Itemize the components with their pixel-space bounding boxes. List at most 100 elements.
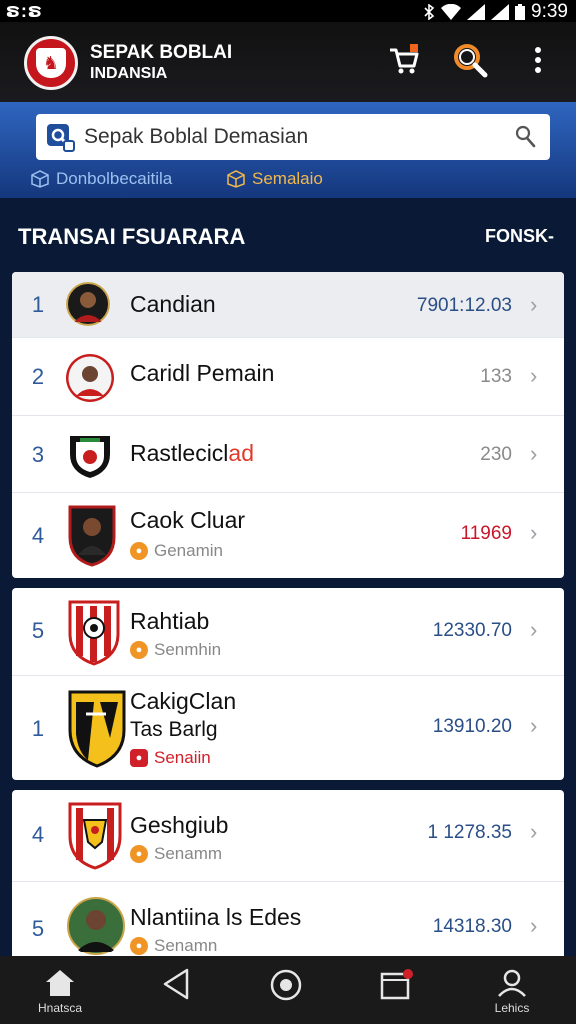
battery-icon bbox=[515, 4, 526, 20]
list-item[interactable]: 4 Geshgiub ● Senamm 1 1278.35 › bbox=[12, 790, 564, 882]
item-name: Caok Cluar bbox=[130, 507, 246, 533]
ranking-card-3: 4 Geshgiub ● Senamm 1 1278.35 › 5 Nlantii… bbox=[12, 790, 564, 970]
status-left-text: ຣ:ຣ bbox=[6, 1, 43, 21]
item-value: 230 bbox=[480, 444, 512, 465]
player-avatar bbox=[66, 282, 110, 326]
cart-icon bbox=[390, 44, 419, 74]
chevron-right-icon: › bbox=[530, 363, 538, 388]
item-subtitle-text: Senamm bbox=[154, 844, 223, 863]
ranking-card-2: 5 Rahtiab ● Senmhin 12330.70 › 1 CakigCl… bbox=[12, 588, 564, 780]
badge-dot-icon: ● bbox=[130, 749, 148, 767]
item-subtitle: ● Genamin bbox=[130, 541, 223, 561]
item-subtitle: ● Senamn bbox=[130, 936, 217, 956]
signal2-icon bbox=[491, 4, 510, 20]
nav-profile-label: Lehics bbox=[494, 1001, 530, 1015]
app-title-line2: INDANSIA bbox=[90, 65, 168, 82]
item-rank: 4 bbox=[31, 822, 45, 847]
search-box bbox=[36, 114, 550, 160]
box-icon bbox=[227, 170, 245, 188]
item-name-highlight: ad bbox=[228, 440, 255, 466]
list-item[interactable]: 5 Rahtiab ● Senmhin 12330.70 › bbox=[12, 588, 564, 676]
item-rank: 3 bbox=[31, 442, 45, 467]
item-subtitle: ● Senaiin bbox=[130, 748, 211, 768]
item-value: 12330.70 bbox=[432, 620, 512, 641]
club-logo: ♞ bbox=[24, 36, 78, 90]
badge-dot-icon: ● bbox=[130, 845, 148, 863]
item-subtitle-text: Senaiin bbox=[154, 748, 211, 767]
player-avatar bbox=[66, 354, 114, 402]
bluetooth-icon bbox=[424, 4, 435, 20]
item-value: 13910.20 bbox=[432, 716, 512, 737]
filter-tab-1[interactable]: Donbolbecaitila bbox=[30, 166, 172, 192]
item-name: CakigClan bbox=[130, 688, 237, 714]
list-item[interactable]: 2 Caridl Pemain 133 › bbox=[12, 338, 564, 416]
nav-home[interactable]: Hnatsca bbox=[20, 968, 100, 1015]
list-item[interactable]: 3 Rastleciclad 230 › bbox=[12, 416, 564, 493]
inbox-icon bbox=[380, 969, 413, 1000]
app-bar: ♞ SEPAK BOBLAI INDANSIA bbox=[0, 22, 576, 102]
filter-tab-2[interactable]: Semalaio bbox=[226, 166, 323, 192]
chevron-right-icon: › bbox=[530, 819, 538, 844]
search-band: Donbolbecaitila Semalaio bbox=[0, 102, 576, 198]
nav-profile[interactable]: Lehics bbox=[472, 968, 552, 1015]
app-title-line1: SEPAK BOBLAI bbox=[90, 42, 233, 63]
item-name-main: Rastlecicl bbox=[130, 440, 229, 466]
filter-tab-2-label: Semalaio bbox=[252, 169, 323, 188]
item-name: Nlantiina ls Edes bbox=[130, 904, 302, 930]
item-subtitle: ● Senamm bbox=[130, 844, 222, 864]
badge-dot-icon: ● bbox=[130, 937, 148, 955]
item-subtitle: ● Senmhin bbox=[130, 640, 221, 660]
back-triangle-icon bbox=[163, 968, 189, 1000]
list-item[interactable]: 4 Caok Cluar ● Genamin 11969 › bbox=[12, 493, 564, 578]
item-name: Geshgiub bbox=[130, 812, 229, 838]
search-input[interactable] bbox=[84, 122, 504, 152]
chevron-right-icon: › bbox=[530, 617, 538, 642]
item-rank: 1 bbox=[31, 716, 45, 741]
player-avatar bbox=[67, 897, 125, 955]
search-icon bbox=[454, 44, 488, 78]
status-time: 9:39 bbox=[531, 1, 568, 22]
item-value: 133 bbox=[480, 366, 512, 387]
more-vertical-icon bbox=[535, 47, 541, 73]
ranking-card-1: 1 Candian 7901:12.03 › 2 Caridl Pemain 1… bbox=[12, 272, 564, 578]
search-button[interactable] bbox=[448, 38, 492, 82]
item-value: 1 1278.35 bbox=[427, 822, 512, 843]
circle-home-icon bbox=[270, 969, 302, 1001]
item-rank: 5 bbox=[31, 916, 45, 941]
item-name: Rahtiab bbox=[130, 608, 210, 634]
item-value: 14318.30 bbox=[432, 916, 512, 937]
nav-back[interactable] bbox=[136, 968, 216, 1003]
item-name-line2: Tas Barlg bbox=[130, 718, 218, 741]
item-subtitle-text: Senmhin bbox=[154, 640, 222, 659]
item-value: 11969 bbox=[460, 523, 512, 544]
nav-home-circle[interactable] bbox=[246, 968, 326, 1005]
status-bar: ຣ:ຣ 9:39 bbox=[0, 0, 576, 22]
wifi-icon bbox=[441, 4, 462, 20]
user-icon[interactable] bbox=[512, 124, 538, 150]
item-rank: 5 bbox=[31, 618, 45, 643]
cart-button[interactable] bbox=[382, 38, 426, 82]
chevron-right-icon: › bbox=[530, 520, 538, 545]
item-name: Rastleciclad bbox=[130, 440, 254, 467]
app-title: SEPAK BOBLAI INDANSIA bbox=[90, 42, 232, 84]
club-crest-icon bbox=[68, 505, 116, 567]
chevron-right-icon: › bbox=[530, 913, 538, 938]
club-crest-icon bbox=[68, 690, 126, 768]
signal-icon bbox=[467, 4, 486, 20]
list-section: TRANSAI FSUARARA FONSK- 1 Candian 7901:1… bbox=[0, 198, 576, 970]
club-crest-icon bbox=[70, 436, 110, 478]
list-item[interactable]: 1 Candian 7901:12.03 › bbox=[12, 272, 564, 338]
item-rank: 2 bbox=[31, 364, 45, 389]
item-subtitle-text: Senamn bbox=[154, 936, 218, 955]
item-name: Caridl Pemain bbox=[130, 360, 275, 386]
nav-inbox[interactable] bbox=[356, 968, 436, 1005]
list-item[interactable]: 1 CakigClan Tas Barlg ● Senaiin 13910.20 … bbox=[12, 676, 564, 780]
bottom-navigation: Hnatsca Lehics bbox=[0, 956, 576, 1024]
section-action-link[interactable]: FONSK- bbox=[485, 226, 554, 247]
chevron-right-icon: › bbox=[530, 441, 538, 466]
box-icon bbox=[31, 170, 49, 188]
search-app-icon bbox=[47, 124, 75, 152]
item-rank: 4 bbox=[31, 523, 45, 548]
more-menu-button[interactable] bbox=[518, 38, 558, 82]
filter-tab-1-label: Donbolbecaitila bbox=[56, 169, 173, 188]
